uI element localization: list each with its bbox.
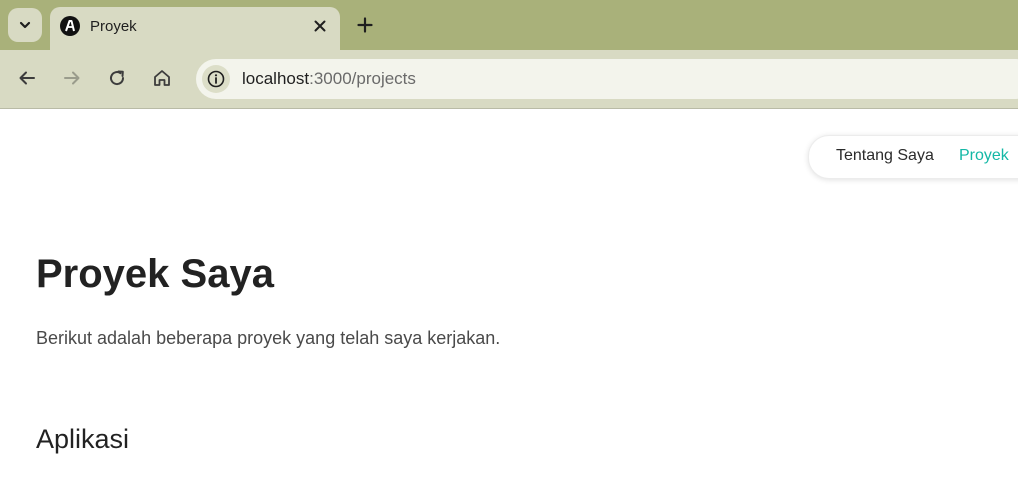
site-info-button[interactable] — [202, 65, 230, 93]
url-host: localhost — [242, 69, 310, 88]
forward-button[interactable] — [60, 66, 84, 90]
close-tab-button[interactable] — [310, 16, 330, 36]
new-tab-button[interactable] — [354, 14, 376, 36]
chevron-down-icon — [19, 21, 31, 29]
page-title: Proyek Saya — [36, 252, 274, 296]
address-bar[interactable]: localhost:3000/projects — [196, 59, 1018, 99]
reload-button[interactable] — [105, 66, 129, 90]
plus-icon — [357, 17, 373, 33]
tab-title: Proyek — [90, 18, 137, 35]
page-description: Berikut adalah beberapa proyek yang tela… — [36, 328, 501, 348]
home-icon — [154, 70, 170, 86]
section-heading-aplikasi: Aplikasi — [36, 424, 130, 454]
back-arrow-icon — [19, 71, 35, 85]
nav-link-tentang-saya[interactable]: Tentang Saya — [836, 147, 934, 165]
url-path: :3000/projects — [309, 69, 416, 88]
address-url: localhost:3000/projects — [242, 69, 416, 89]
info-icon — [207, 70, 225, 88]
tab-search-button[interactable] — [8, 8, 42, 42]
reload-icon — [110, 70, 125, 86]
browser-toolbar: localhost:3000/projects — [0, 50, 1018, 109]
forward-arrow-icon — [64, 71, 80, 85]
site-nav: Tentang Saya Proyek — [808, 135, 1018, 179]
tab-strip: Proyek — [0, 0, 1018, 50]
nav-link-proyek[interactable]: Proyek — [959, 147, 1009, 165]
close-icon — [314, 20, 326, 32]
active-tab[interactable]: Proyek — [50, 7, 340, 50]
site-favicon — [60, 16, 80, 36]
back-button[interactable] — [15, 66, 39, 90]
home-button[interactable] — [150, 66, 174, 90]
